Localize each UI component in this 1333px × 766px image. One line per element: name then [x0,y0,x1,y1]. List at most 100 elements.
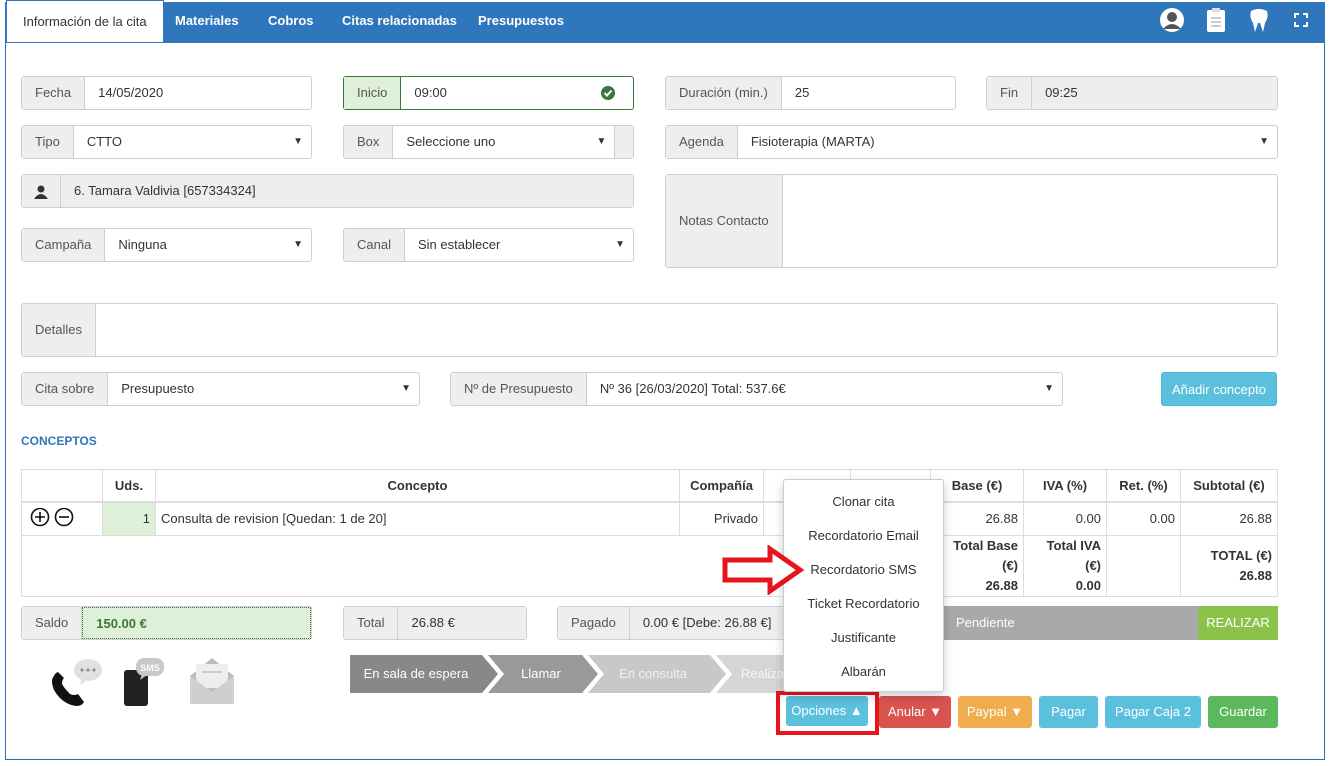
realizar-button[interactable]: REALIZAR [1198,606,1278,640]
agenda-label: Agenda [666,126,738,158]
uds-cell[interactable]: 1 [102,501,156,536]
step-llamar[interactable]: Llamar [500,655,582,693]
opciones-button[interactable]: Opciones ▲ [786,696,868,726]
table-header: Compañía [679,469,764,503]
caret-down-icon: ▼ [615,239,625,250]
cita-sobre-select[interactable]: Cita sobre Presupuesto ▼ [21,372,420,406]
fecha-field[interactable]: Fecha 14/05/2020 [21,76,312,110]
tooth-icon[interactable] [1245,6,1273,34]
step-sala-espera[interactable]: En sala de espera [350,655,482,693]
email-envelope-icon[interactable] [188,656,236,709]
row-actions [21,501,103,536]
canal-select[interactable]: Canal Sin establecer ▼ [343,228,634,262]
inicio-value[interactable]: 09:00 [401,77,633,109]
pagar-caja-button[interactable]: Pagar Caja 2 [1105,696,1201,728]
pagado-value: 0.00 € [Debe: 26.88 €] [629,607,786,639]
table-header: Ret. (%) [1106,469,1181,503]
pagado-label: Pagado [558,607,630,639]
menu-item-recordatorio-email[interactable]: Recordatorio Email [784,519,943,553]
notas-textarea[interactable] [783,175,1277,267]
user-icon[interactable] [1158,6,1186,34]
total-label: Total [344,607,399,639]
notas-field[interactable]: Notas Contacto [665,174,1278,268]
cita-sobre-value[interactable]: Presupuesto ▼ [108,373,419,405]
guardar-button[interactable]: Guardar [1208,696,1278,728]
agenda-value[interactable]: Fisioterapia (MARTA) ▼ [738,126,1277,158]
anular-button[interactable]: Anular ▼ [879,696,951,728]
sms-icon[interactable]: SMS [120,656,166,711]
menu-item-ticket-recordatorio[interactable]: Ticket Recordatorio [784,587,943,621]
duracion-field[interactable]: Duración (min.) 25 [665,76,956,110]
total-value: 26.88 € [398,607,526,639]
compania-cell: Privado [679,501,764,536]
tab-presupuestos[interactable]: Presupuestos [462,0,580,41]
inicio-label: Inicio [344,77,402,109]
box-label: Box [344,126,394,158]
tab-materiales[interactable]: Materiales [159,0,255,41]
step-en-consulta[interactable]: En consulta [602,655,704,693]
tab-cobros[interactable]: Cobros [252,0,330,41]
inicio-field[interactable]: Inicio 09:00 [343,76,634,110]
tipo-select[interactable]: Tipo CTTO ▼ [21,125,312,159]
remove-circle-icon[interactable] [54,507,74,530]
caret-down-icon: ▼ [596,136,607,147]
total-iva-cell: Total IVA (€) 0.00 [1023,535,1107,597]
detalles-field[interactable]: Detalles [21,303,1278,357]
tab-informacion[interactable]: Información de la cita [6,0,164,42]
paypal-button[interactable]: Paypal ▼ [958,696,1032,728]
duracion-label: Duración (min.) [666,77,782,109]
notas-label: Notas Contacto [666,175,783,267]
table-header-row: Uds. Concepto Compañía Pr Base (€) IVA (… [21,469,1278,503]
menu-item-clonar-cita[interactable]: Clonar cita [784,485,943,519]
caret-down-icon: ▼ [929,704,943,719]
svg-text:SMS: SMS [140,663,160,673]
total-field: Total 26.88 € [343,606,527,640]
detalles-textarea[interactable] [96,304,1277,356]
caret-down-icon: ▼ [1259,136,1269,147]
tab-citas-relacionadas[interactable]: Citas relacionadas [326,0,473,41]
presupuesto-label: Nº de Presupuesto [451,373,587,405]
table-row: 1 Consulta de revision [Quedan: 1 de 20]… [21,501,1278,536]
pagar-button[interactable]: Pagar [1039,696,1098,728]
opciones-dropdown-menu: Clonar cita Recordatorio Email Recordato… [783,479,944,692]
fin-value: 09:25 [1032,77,1277,109]
subtotal-cell: 26.88 [1180,501,1278,536]
presupuesto-select[interactable]: Nº de Presupuesto Nº 36 [26/03/2020] Tot… [450,372,1063,406]
box-value[interactable]: Seleccione uno ▼ [393,126,616,158]
add-circle-icon[interactable] [30,507,50,530]
step-realizada[interactable]: Realiza [735,655,790,693]
fullscreen-icon[interactable] [1287,6,1315,34]
concepto-cell: Consulta de revision [Quedan: 1 de 20] [155,501,680,536]
caret-down-icon: ▼ [1044,383,1054,394]
menu-item-justificante[interactable]: Justificante [784,621,943,655]
presupuesto-value[interactable]: Nº 36 [26/03/2020] Total: 537.6€ ▼ [587,373,1062,405]
box-select[interactable]: Box Seleccione uno ▼ [343,125,634,159]
campana-value[interactable]: Ninguna ▼ [105,229,311,261]
campana-select[interactable]: Campaña Ninguna ▼ [21,228,312,262]
phone-call-icon[interactable] [48,656,104,711]
menu-item-recordatorio-sms[interactable]: Recordatorio SMS [784,553,943,587]
agenda-select[interactable]: Agenda Fisioterapia (MARTA) ▼ [665,125,1278,159]
caret-down-icon: ▼ [1010,704,1024,719]
concepts-table: Uds. Concepto Compañía Pr Base (€) IVA (… [21,469,1278,597]
red-arrow-annotation [722,545,804,595]
table-header: Base (€) [930,469,1024,503]
fecha-value[interactable]: 14/05/2020 [85,77,311,109]
tipo-value[interactable]: CTTO ▼ [74,126,311,158]
canal-label: Canal [344,229,405,261]
menu-item-albaran[interactable]: Albarán [784,655,943,689]
box-addon-end [615,126,633,158]
grand-total-cell: TOTAL (€) 26.88 [1180,535,1278,597]
saldo-field: Saldo 150.00 € [21,606,312,640]
add-concept-button[interactable]: Añadir concepto [1161,372,1277,406]
canal-value[interactable]: Sin establecer ▼ [405,229,633,261]
empty-cell [1106,535,1181,597]
status-bar: Pendiente [940,606,1198,640]
saldo-label: Saldo [22,607,83,639]
pagado-field: Pagado 0.00 € [Debe: 26.88 €] [557,606,787,640]
duracion-value[interactable]: 25 [782,77,955,109]
patient-value: 6. Tamara Valdivia [657334324] [61,175,633,207]
base-cell: 26.88 [930,501,1024,536]
caret-down-icon: ▼ [401,383,411,394]
clipboard-icon[interactable] [1202,6,1230,34]
